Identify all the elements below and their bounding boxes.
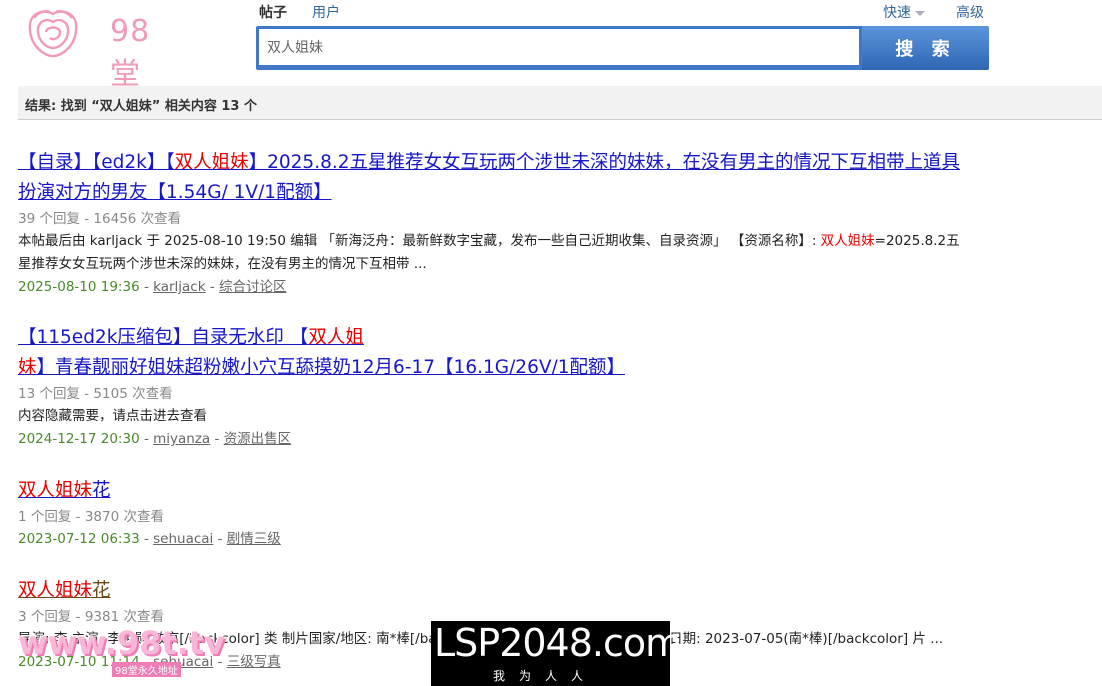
result-summary: 结果: 找到 “双人姐妹” 相关内容 13 个 [25,99,258,114]
forum-link[interactable]: 资源出售区 [224,431,292,447]
snippet-keyword: 双人姐妹 [820,233,875,249]
watermark-url: www.98t.tv [18,624,225,662]
snippet-text: 本帖最后由 karljack 于 2025-08-10 19:50 编辑 「新海… [18,233,821,249]
search-button[interactable]: 搜 索 [862,26,989,70]
watermark-lsp2048: LSP2048.com 我为人人 [431,621,682,686]
forum-link[interactable]: 综合讨论区 [219,279,287,295]
author-link[interactable]: karljack [153,279,205,295]
title-text: 【自录】【ed2k】【 [18,152,175,173]
chevron-down-icon [915,10,925,16]
result-title-link[interactable]: 【115ed2k压缩包】自录无水印 【双人姐妹】青春靓丽好姐妹超粉嫩小穴互舔摸奶… [18,323,968,383]
result-footer: 2024-12-17 20:30 - miyanza - 资源出售区 [18,431,292,447]
result-stats: 39 个回复 - 16456 次查看 [18,211,182,227]
watermark-url: LSP2048.com [434,621,682,665]
result-footer: 2023-07-12 06:33 - sehuacai - 剧情三级 [18,531,281,547]
result-summary-bar: 结果: 找到 “双人姐妹” 相关内容 13 个 [18,86,1102,120]
rose-logo-icon [28,10,78,58]
search-input[interactable] [259,29,859,65]
watermark-caption: 98堂永久地址 [112,662,181,677]
tab-posts[interactable]: 帖子 [259,2,287,22]
result-snippet: 本帖最后由 karljack 于 2025-08-10 19:50 编辑 「新海… [18,230,968,276]
result-title-link[interactable]: 双人姐妹花 [18,576,968,606]
result-stats: 13 个回复 - 5105 次查看 [18,386,173,402]
result-stats: 1 个回复 - 3870 次查看 [18,509,164,525]
watermark-caption: 我为人人 [493,669,598,683]
advanced-search-link[interactable]: 高级 [956,2,984,22]
search-bar: 搜 索 [256,26,989,70]
title-text: 【115ed2k压缩包】自录无水印 【 [18,327,309,348]
logo-text: 98堂 [110,14,151,92]
quick-label: 快速 [883,5,911,21]
author-link[interactable]: miyanza [153,431,210,447]
site-logo[interactable]: 98堂 [22,4,172,92]
post-date: 2025-08-10 19:36 [18,279,140,295]
title-text: 花 [92,580,111,601]
title-keyword: 双人姐妹 [174,152,249,173]
result-item: 【自录】【ed2k】【双人姐妹】2025.8.2五星推荐女女互玩两个涉世未深的妹… [18,148,968,299]
title-text: 】青春靓丽好姐妹超粉嫩小穴互舔摸奶12月6-17【16.1G/26V/1配额】 [36,357,626,378]
title-text: 花 [92,480,111,501]
result-title-link[interactable]: 双人姐妹花 [18,476,968,506]
author-link[interactable]: sehuacai [153,531,213,547]
result-footer: 2025-08-10 19:36 - karljack - 综合讨论区 [18,279,287,295]
tab-users[interactable]: 用户 [312,2,340,22]
post-date: 2024-12-17 20:30 [18,431,140,447]
forum-link[interactable]: 剧情三级 [227,531,281,547]
result-title-link[interactable]: 【自录】【ed2k】【双人姐妹】2025.8.2五星推荐女女互玩两个涉世未深的妹… [18,148,968,208]
quick-search-dropdown[interactable]: 快速 [883,2,925,22]
result-item: 【115ed2k压缩包】自录无水印 【双人姐妹】青春靓丽好姐妹超粉嫩小穴互舔摸奶… [18,323,968,451]
title-keyword: 双人姐妹 [18,580,93,601]
post-date: 2023-07-12 06:33 [18,531,140,547]
watermark-98t: www.98t.tv 98堂永久地址 [18,624,248,684]
result-snippet: 内容隐藏需要，请点击进去查看 [18,408,207,424]
title-keyword: 双人姐妹 [18,480,93,501]
result-item: 双人姐妹花 1 个回复 - 3870 次查看 2023-07-12 06:33 … [18,476,968,551]
